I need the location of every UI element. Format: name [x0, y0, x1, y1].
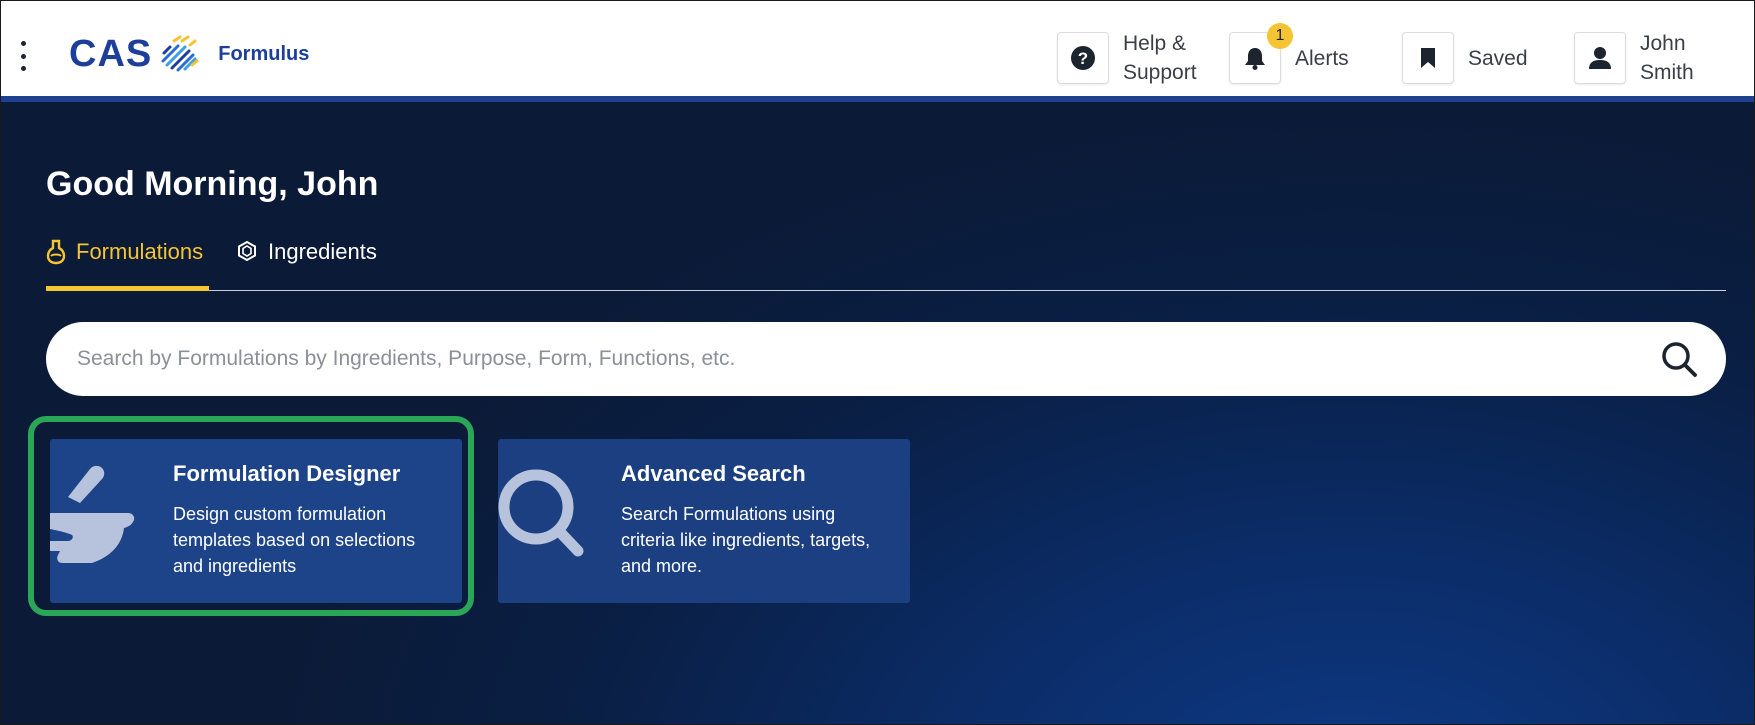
alerts-count-badge: 1	[1267, 23, 1293, 49]
card-description: Search Formulations using criteria like …	[621, 504, 871, 576]
tab-ingredients-label: Ingredients	[268, 239, 377, 264]
tab-formulations[interactable]: Formulations	[46, 237, 209, 291]
question-circle-icon: ?	[1071, 46, 1095, 70]
search-icon[interactable]	[1660, 340, 1698, 378]
card-description: Design custom formulation templates base…	[173, 504, 416, 576]
flask-icon	[46, 239, 66, 265]
card-title: Formulation Designer	[173, 461, 401, 486]
advanced-search-card[interactable]: Advanced Search Search Formulations usin…	[498, 439, 910, 603]
main-content: Good Morning, John Formulations Ingredie…	[1, 102, 1754, 724]
user-menu-button[interactable]: John Smith	[1574, 31, 1694, 85]
help-support-button[interactable]: ? Help & Support	[1057, 31, 1197, 85]
formulation-designer-card[interactable]: Formulation Designer Design custom formu…	[50, 439, 462, 603]
help-icon-box: ?	[1057, 32, 1109, 84]
saved-label: Saved	[1468, 46, 1528, 70]
mortar-pestle-icon	[50, 465, 135, 563]
user-icon	[1589, 47, 1611, 69]
alerts-icon-box: 1	[1229, 23, 1293, 84]
svg-text:?: ?	[1078, 49, 1088, 68]
logo-mark-icon	[161, 35, 199, 72]
top-header: CAS Formulus ? Help & Support 1 Alerts S…	[1, 1, 1754, 96]
search-bar	[46, 322, 1726, 396]
hexagon-icon	[238, 240, 256, 262]
app-window: CAS Formulus ? Help & Support 1 Alerts S…	[0, 0, 1755, 725]
logo-text: CAS	[69, 32, 153, 75]
saved-button[interactable]: Saved	[1402, 31, 1528, 85]
alerts-button[interactable]: 1 Alerts	[1229, 23, 1349, 85]
user-name-label: John Smith	[1640, 32, 1694, 84]
help-support-label: Help & Support	[1123, 32, 1197, 84]
alerts-label: Alerts	[1295, 46, 1349, 70]
cas-logo[interactable]: CAS Formulus	[69, 29, 309, 79]
kebab-menu-icon[interactable]	[18, 41, 28, 71]
search-input[interactable]	[75, 346, 1619, 372]
magnifier-icon	[498, 469, 584, 557]
tab-formulations-label: Formulations	[76, 239, 204, 264]
bookmark-icon	[1421, 48, 1435, 68]
tab-ingredients[interactable]: Ingredients	[236, 237, 386, 291]
product-name: Formulus	[218, 42, 310, 65]
card-title: Advanced Search	[621, 461, 806, 486]
user-icon-box	[1574, 32, 1626, 84]
saved-icon-box	[1402, 32, 1454, 84]
page-title: Good Morning, John	[46, 165, 379, 203]
tab-bar: Formulations Ingredients	[46, 237, 1726, 291]
bell-icon	[1245, 48, 1265, 70]
